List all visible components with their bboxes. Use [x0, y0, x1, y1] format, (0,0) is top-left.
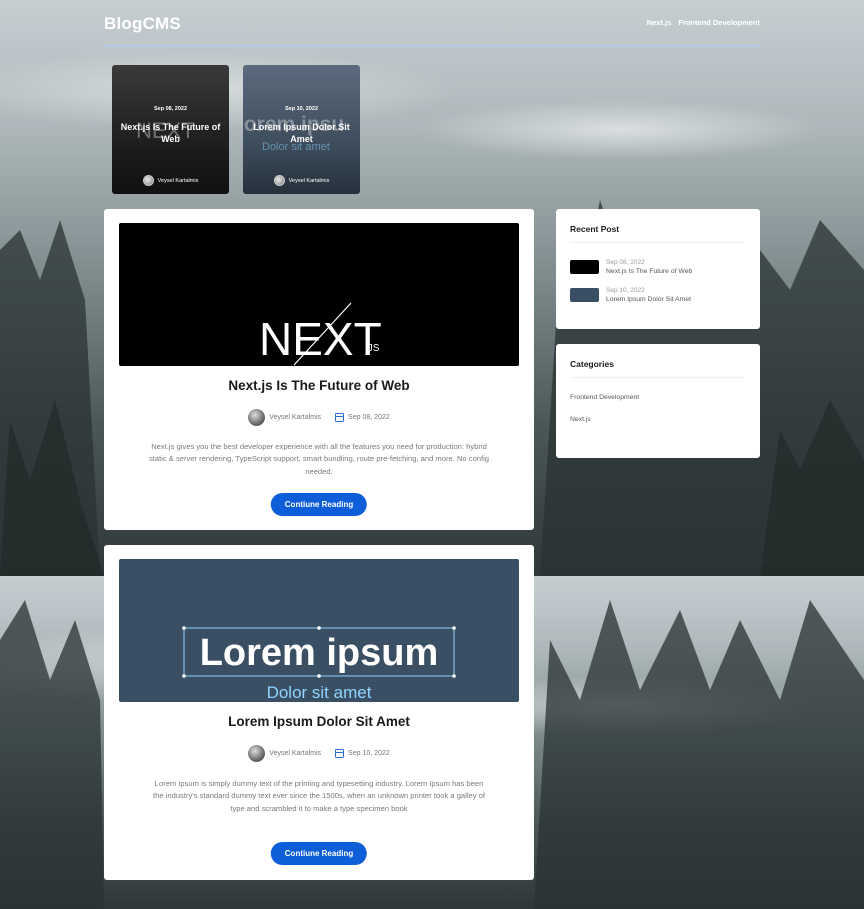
slider-card-1-title: Next.js Is The Future of Web	[120, 122, 221, 144]
recent-post-item-1[interactable]: Sep 08, 2022 Next.js Is The Future of We…	[570, 259, 692, 275]
continue-reading-button-1[interactable]: Contiune Reading	[270, 493, 368, 516]
category-nextjs[interactable]: Next.js	[570, 416, 591, 423]
calendar-icon	[335, 413, 345, 422]
slider-card-1[interactable]: NEXT Sep 08, 2022 Next.js Is The Future …	[112, 65, 229, 194]
nav-link-frontend[interactable]: Frontend Development	[678, 18, 760, 27]
slider-card-2-title: Lorem Ipsum Dolor Sit Amet	[253, 122, 350, 144]
post-2-image[interactable]: Lorem ipsum Dolor sit amet	[119, 559, 519, 702]
post-1-image-sub: .JS	[365, 343, 380, 354]
author-avatar	[248, 409, 266, 426]
post-1-title[interactable]: Next.js Is The Future of Web	[104, 378, 534, 393]
avatar	[273, 175, 285, 186]
post-1-excerpt: Next.js gives you the best developer exp…	[148, 442, 490, 476]
post-card-2: Lorem ipsum Dolor sit amet Lorem Ipsum D…	[104, 545, 534, 880]
continue-reading-button-2[interactable]: Contiune Reading	[270, 842, 368, 865]
brand-logo[interactable]: BlogCMS	[104, 14, 181, 34]
post-card-1: NEXT .JS Next.js Is The Future of Web Ve…	[104, 209, 534, 530]
post-2-date: Sep 10, 2022	[348, 750, 390, 757]
post-2-author: Veysel Kartalmis	[269, 750, 322, 757]
post-1-meta: Veysel Kartalmis Sep 08, 2022	[104, 409, 534, 426]
slider-card-1-date: Sep 08, 2022	[153, 106, 188, 112]
slider-card-1-author: Veysel Kartalmis	[112, 175, 229, 186]
post-1-image-text: NEXT	[259, 313, 382, 365]
post-2-image-text: Lorem ipsum	[200, 632, 439, 674]
site-header: BlogCMS Next.js Frontend Development	[104, 0, 760, 47]
categories-title: Categories	[570, 359, 614, 369]
slider-card-2[interactable]: Lorem ipsu Dolor sit amet Sep 10, 2022 L…	[243, 65, 360, 194]
nav-link-nextjs[interactable]: Next.js	[647, 18, 672, 27]
category-frontend[interactable]: Frontend Development	[570, 394, 639, 401]
post-2-title[interactable]: Lorem Ipsum Dolor Sit Amet	[104, 714, 534, 729]
divider	[570, 242, 744, 243]
author-avatar	[248, 745, 266, 762]
slider-card-2-date: Sep 10, 2022	[284, 106, 319, 112]
post-1-author: Veysel Kartalmis	[269, 414, 322, 421]
post-2-meta: Veysel Kartalmis Sep 10, 2022	[104, 745, 534, 762]
post-2-excerpt: Lorem Ipsum is simply dummy text of the …	[153, 779, 485, 813]
post-2-image-sub: Dolor sit amet	[267, 683, 372, 702]
recent-post-item-2[interactable]: Sep 10, 2022 Lorem Ipsum Dolor Sit Amet	[570, 287, 691, 303]
recent-posts-widget: Recent Post Sep 08, 2022 Next.js Is The …	[556, 209, 760, 329]
post-1-image[interactable]: NEXT .JS	[119, 223, 519, 366]
avatar	[142, 175, 154, 186]
nav-links: Next.js Frontend Development	[647, 18, 760, 27]
post-1-date: Sep 08, 2022	[348, 414, 390, 421]
recent-post-thumb	[570, 260, 599, 274]
recent-posts-title: Recent Post	[570, 224, 620, 234]
recent-post-thumb	[570, 288, 599, 302]
calendar-icon	[335, 749, 345, 758]
divider	[570, 377, 744, 378]
categories-widget: Categories Frontend Development Next.js	[556, 344, 760, 458]
slider-card-2-author: Veysel Kartalmis	[243, 175, 360, 186]
